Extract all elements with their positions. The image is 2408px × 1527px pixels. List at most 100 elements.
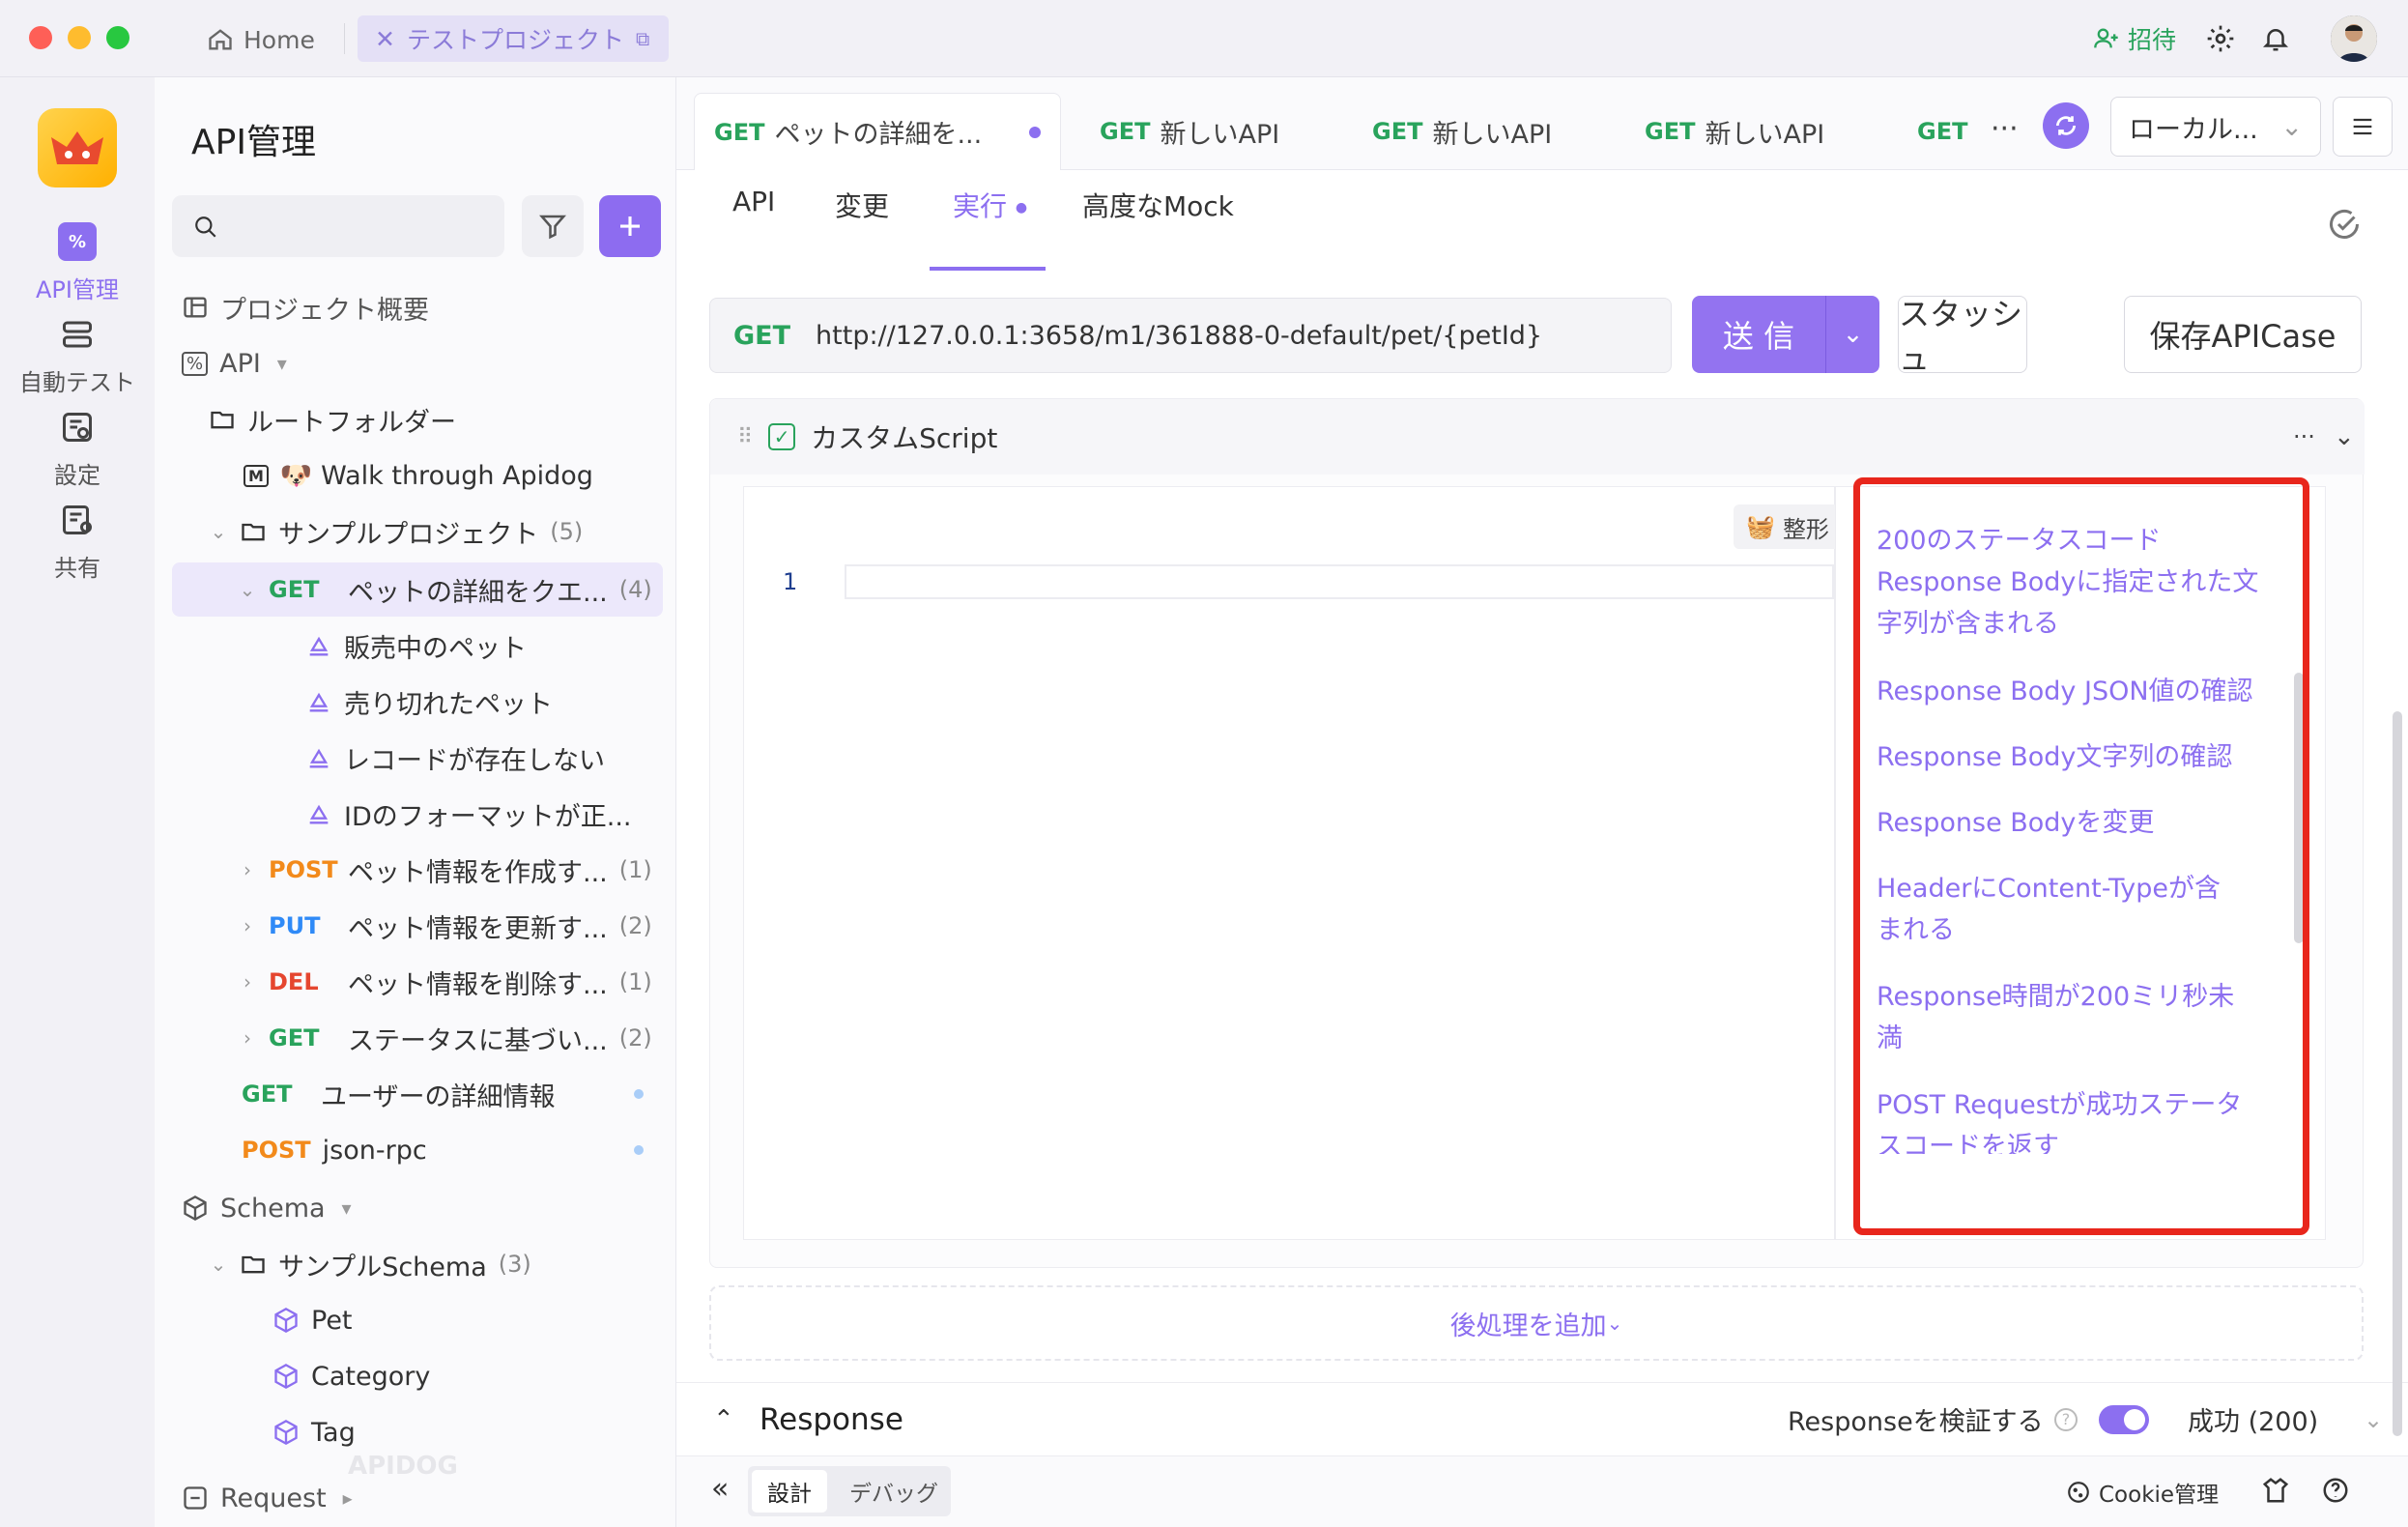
validate-response-toggle[interactable]: [2099, 1404, 2149, 1434]
script-editor[interactable]: 🧺 整形 1: [743, 486, 1842, 1240]
chevron-down-icon[interactable]: ⌄: [2364, 1406, 2383, 1433]
avatar[interactable]: [2331, 15, 2377, 62]
tab-run[interactable]: 実行 ●: [953, 186, 1027, 224]
tree-endpoint-del[interactable]: › DEL ペット情報を削除す... (1): [238, 957, 652, 1007]
debug-mode-button[interactable]: デバッグ: [841, 1470, 947, 1513]
chevron-down-icon[interactable]: ⌄: [209, 520, 228, 543]
chevron-down-icon[interactable]: ⌄: [209, 1253, 228, 1276]
chevron-right-icon[interactable]: ›: [238, 858, 257, 881]
rail-item-api[interactable]: % API管理: [0, 222, 155, 304]
minimize-window-button[interactable]: [68, 26, 91, 49]
environment-select[interactable]: ローカル... ⌄: [2110, 97, 2321, 157]
tab-new-api[interactable]: GET 新しいAPI: [1625, 93, 1886, 170]
method-badge: DEL: [269, 968, 319, 995]
tree-schema[interactable]: Tag: [272, 1407, 356, 1457]
tree-schema-root[interactable]: Schema ▾: [182, 1183, 357, 1233]
shirt-icon[interactable]: [2261, 1476, 2290, 1505]
tab-change[interactable]: 変更: [835, 186, 889, 224]
filter-button[interactable]: [522, 195, 584, 257]
check-circle-icon[interactable]: [2327, 207, 2362, 242]
search-input[interactable]: [172, 195, 504, 257]
tree-label: Tag: [311, 1417, 356, 1448]
design-mode-button[interactable]: 設計: [752, 1470, 827, 1513]
response-status-select[interactable]: 成功 (200): [2188, 1400, 2318, 1438]
tab-get-pet-detail[interactable]: GET ペットの詳細を...: [694, 93, 1061, 170]
tree-schema[interactable]: Category: [272, 1351, 430, 1401]
chevron-down-icon[interactable]: ⌄: [2334, 422, 2355, 451]
tree-overview[interactable]: プロジェクト概要: [182, 282, 429, 332]
tab-api[interactable]: API: [732, 186, 775, 217]
tree-sample-project[interactable]: ⌄ サンプルプロジェクト (5): [209, 506, 584, 557]
request-method[interactable]: GET: [733, 321, 790, 351]
url-input[interactable]: GET http://127.0.0.1:3658/m1/361888-0-de…: [709, 298, 1672, 373]
external-link-icon[interactable]: ⧉: [636, 27, 649, 50]
tree-endpoint-get-status[interactable]: › GET ステータスに基づい... (2): [238, 1013, 652, 1063]
tree-case[interactable]: 売り切れたペット: [305, 677, 553, 727]
chevron-right-icon[interactable]: ›: [238, 970, 257, 994]
caret-down-icon[interactable]: ▾: [337, 1196, 357, 1220]
send-button[interactable]: 送 信 ⌄: [1692, 296, 1879, 373]
help-circle-icon[interactable]: [2321, 1476, 2350, 1505]
tree-endpoint-post[interactable]: › POST ペット情報を作成す... (1): [238, 845, 652, 895]
caret-right-icon[interactable]: ▸: [338, 1486, 358, 1510]
chevron-up-icon[interactable]: ⌃: [713, 1405, 734, 1434]
share-icon: [58, 501, 97, 539]
tab-new-api[interactable]: GET 新しいAPI: [1080, 93, 1341, 170]
tab-new-api[interactable]: GET 新しいAPI: [1353, 93, 1614, 170]
bell-icon[interactable]: [2261, 19, 2290, 58]
add-post-processor-button[interactable]: 後処理を追加 ⌄: [709, 1285, 2364, 1361]
tree-endpoint-get-pet[interactable]: ⌄ GET ペットの詳細をクエ... (4): [238, 564, 652, 615]
drag-handle-icon[interactable]: ⠿: [737, 425, 753, 449]
tree-endpoint-put[interactable]: › PUT ペット情報を更新す... (2): [238, 901, 652, 951]
main-scrollbar[interactable]: [2393, 711, 2402, 1436]
tree-api-root[interactable]: % API ▾: [182, 338, 292, 389]
cookie-manager-button[interactable]: Cookie管理: [2066, 1476, 2219, 1509]
gear-icon[interactable]: [2205, 19, 2236, 58]
schema-cube-icon: [272, 1307, 300, 1334]
sync-icon[interactable]: [2043, 102, 2089, 149]
response-title: Response: [760, 1401, 903, 1437]
rail-item-share[interactable]: 共有: [0, 501, 155, 583]
tree-endpoint-post-rpc[interactable]: POST json-rpc: [242, 1125, 427, 1175]
rail-item-auto-test[interactable]: 自動テスト: [0, 315, 155, 397]
menu-button[interactable]: [2333, 97, 2393, 157]
tree-root-folder[interactable]: ルートフォルダー: [209, 394, 456, 445]
tree-count: (2): [618, 912, 652, 939]
tree-label: Pet: [311, 1305, 353, 1336]
home-tab[interactable]: Home: [207, 19, 315, 60]
tree-case[interactable]: IDのフォーマットが正...: [305, 789, 632, 839]
add-button[interactable]: [599, 195, 661, 257]
more-icon[interactable]: ···: [2293, 423, 2315, 450]
stash-button[interactable]: スタッシュ: [1898, 296, 2027, 377]
rail-item-settings[interactable]: 設定: [0, 408, 155, 490]
format-button[interactable]: 🧺 整形: [1734, 504, 1842, 549]
tree-case[interactable]: レコードが存在しない: [305, 733, 605, 783]
project-tab[interactable]: ✕ テストプロジェクト ⧉: [358, 15, 669, 62]
tree-case[interactable]: 販売中のペット: [305, 620, 527, 671]
help-icon[interactable]: ?: [2054, 1407, 2078, 1431]
chevron-right-icon[interactable]: ›: [238, 1026, 257, 1050]
method-badge: GET: [1917, 118, 1968, 145]
collapse-icon[interactable]: «: [711, 1472, 729, 1506]
tree-endpoint-get-user[interactable]: GET ユーザーの詳細情報: [242, 1069, 555, 1119]
editor-current-line[interactable]: [845, 564, 1834, 599]
tab-advanced-mock[interactable]: 高度なMock: [1082, 186, 1234, 224]
invite-button[interactable]: 招待: [2093, 19, 2176, 58]
chevron-right-icon[interactable]: ›: [238, 914, 257, 937]
chevron-down-icon[interactable]: ⌄: [1826, 320, 1879, 349]
maximize-window-button[interactable]: [106, 26, 129, 49]
more-tabs-icon[interactable]: ···: [1991, 112, 2019, 146]
tree-walk-through[interactable]: M 🐶 Walk through Apidog: [244, 450, 593, 501]
caret-down-icon[interactable]: ▾: [272, 352, 292, 375]
enabled-checkbox[interactable]: ✓: [768, 423, 796, 450]
tree-sample-schema[interactable]: ⌄ サンプルSchema (3): [209, 1239, 531, 1289]
close-window-button[interactable]: [29, 26, 52, 49]
close-icon[interactable]: ✕: [375, 25, 395, 53]
api-icon: %: [58, 222, 97, 261]
save-apicase-button[interactable]: 保存APICase: [2124, 296, 2362, 373]
chevron-down-icon[interactable]: ⌄: [238, 578, 257, 601]
tab-get[interactable]: GET: [1898, 93, 1994, 170]
tree-schema[interactable]: Pet: [272, 1295, 353, 1345]
snippet-panel: 200のステータスコード Response Bodyに指定された文字列が含まれる…: [1835, 477, 2326, 1240]
tree-request-root[interactable]: Request ▸: [182, 1473, 358, 1523]
